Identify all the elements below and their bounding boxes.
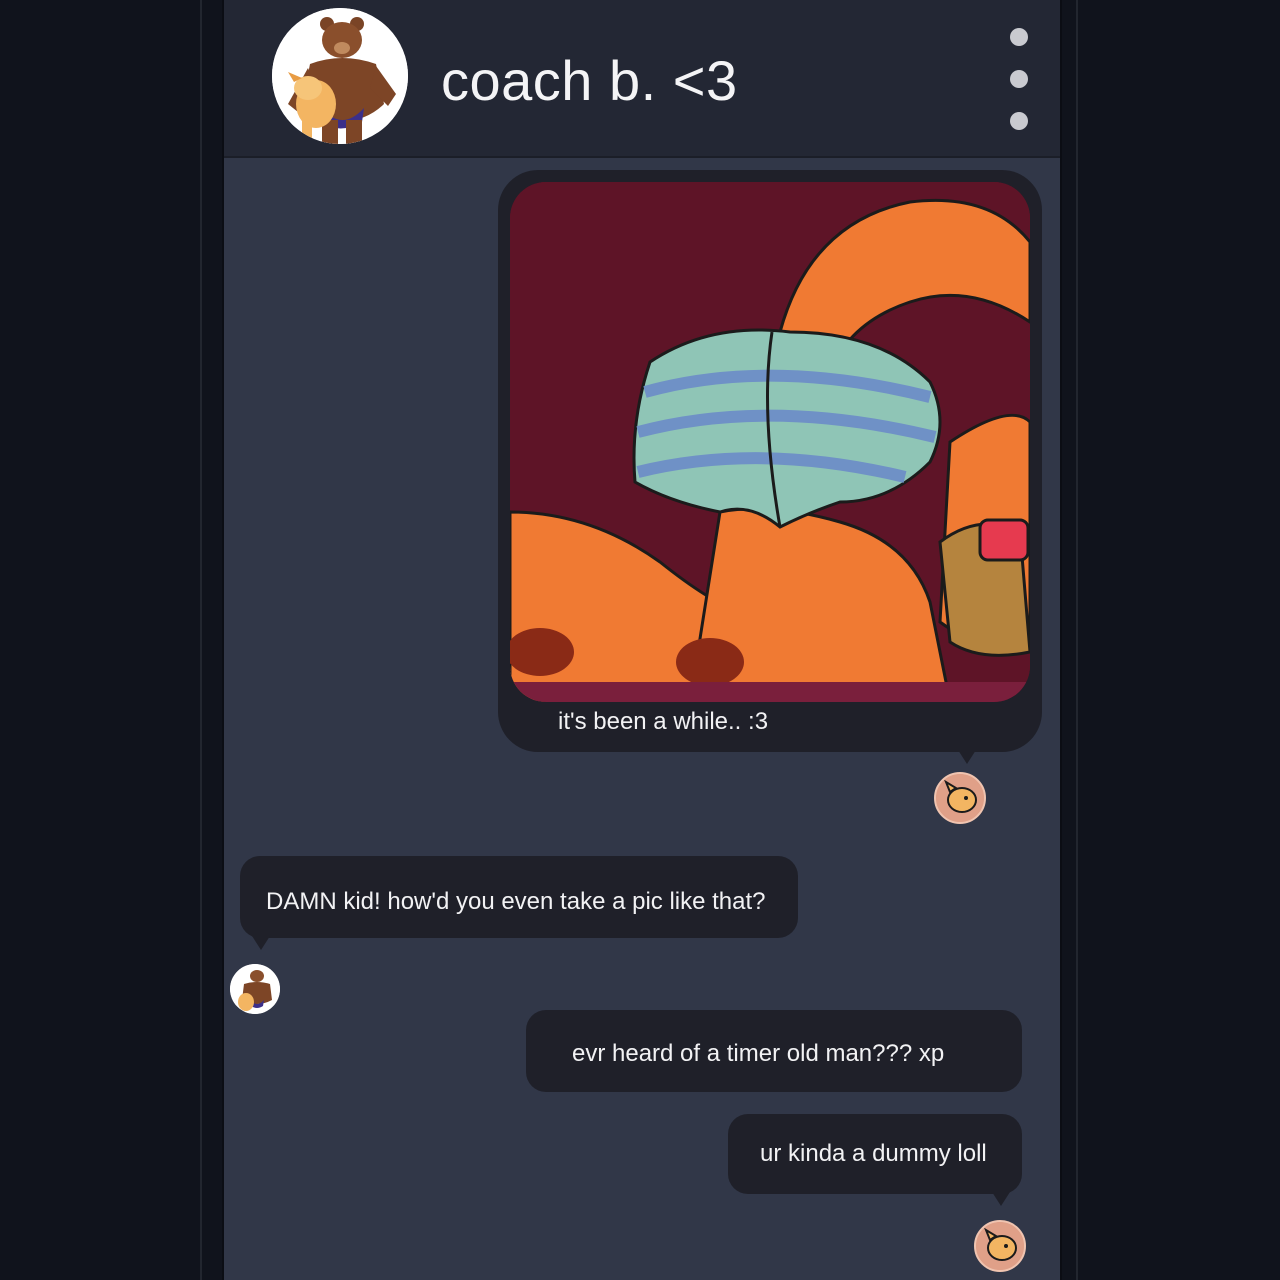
bear-avatar-icon xyxy=(230,964,280,1014)
my-avatar[interactable] xyxy=(934,772,986,824)
fox-photo-icon xyxy=(510,182,1030,702)
bubble-tail xyxy=(958,750,976,764)
chat-screen: coach b. <3 it's been a while..:3 DAMN … xyxy=(222,0,1062,1280)
incoming-message-bubble[interactable]: DAMN kid! how'd you even take a pic like… xyxy=(240,856,798,938)
outgoing-message-text: evr heard of a timer old man??? xp xyxy=(572,1040,945,1067)
incoming-message-text: DAMN kid! how'd you even take a pic like… xyxy=(266,888,766,915)
image-caption: it's been a while.. :3 xyxy=(558,708,769,735)
kebab-menu-icon[interactable] xyxy=(1010,28,1030,132)
chat-header: coach b. <3 xyxy=(224,0,1060,158)
my-avatar[interactable] xyxy=(974,1220,1026,1272)
fox-photo[interactable] xyxy=(510,182,1030,702)
bear-avatar-icon xyxy=(272,8,408,144)
fox-avatar-icon xyxy=(976,1222,1024,1270)
contact-avatar[interactable] xyxy=(272,8,408,144)
image-message-bubble[interactable]: it's been a while.. :3 xyxy=(498,170,1042,752)
bubble-tail xyxy=(252,936,270,950)
contact-name: coach b. <3 xyxy=(441,49,738,112)
outgoing-message-text: ur kinda a dummy loll xyxy=(760,1140,987,1167)
outgoing-message-bubble[interactable]: evr heard of a timer old man??? xp xyxy=(526,1010,1022,1092)
bubble-tail xyxy=(992,1192,1010,1206)
outgoing-message-bubble[interactable]: ur kinda a dummy loll xyxy=(728,1114,1022,1194)
contact-small-avatar[interactable] xyxy=(230,964,280,1014)
fox-avatar-icon xyxy=(936,774,984,822)
